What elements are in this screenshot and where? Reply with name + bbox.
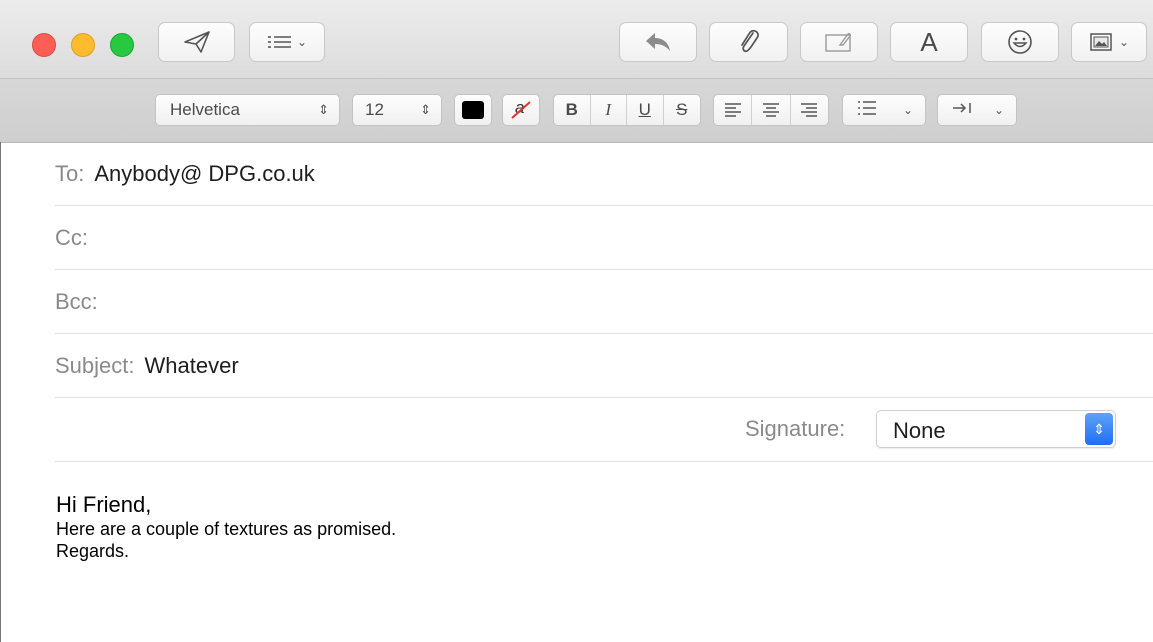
to-label: To: bbox=[55, 160, 85, 186]
format-bar: Helvetica ⇕ 12 ⇕ a B I U S ⌄ ⌄ bbox=[0, 79, 1153, 143]
strikethrough-button[interactable]: S bbox=[664, 95, 700, 125]
reply-button[interactable] bbox=[619, 22, 697, 62]
cc-label: Cc: bbox=[55, 224, 88, 250]
font-family-select[interactable]: Helvetica ⇕ bbox=[155, 94, 340, 126]
signature-select[interactable]: None ⇕ bbox=[876, 410, 1116, 448]
font-size-value: 12 bbox=[365, 100, 384, 119]
window-edge bbox=[0, 142, 1, 642]
to-field-row[interactable]: To: Anybody@ DPG.co.uk bbox=[55, 142, 1153, 206]
window-toolbar: ⌄ A ⌄ bbox=[0, 0, 1153, 79]
subject-field-row[interactable]: Subject: Whatever bbox=[55, 334, 1153, 398]
attach-button[interactable] bbox=[709, 22, 788, 62]
cc-field-row[interactable]: Cc: bbox=[55, 206, 1153, 270]
underline-button[interactable]: U bbox=[627, 95, 664, 125]
font-size-select[interactable]: 12 ⇕ bbox=[352, 94, 442, 126]
format-text-icon: A bbox=[920, 26, 938, 57]
font-family-value: Helvetica bbox=[170, 100, 240, 119]
background-color-button[interactable]: a bbox=[502, 94, 540, 126]
align-left-icon bbox=[724, 103, 741, 117]
message-line: Here are a couple of textures as promise… bbox=[56, 519, 397, 539]
send-button[interactable] bbox=[158, 22, 235, 62]
chevron-down-icon: ⌄ bbox=[993, 103, 1004, 117]
show-fonts-button[interactable]: A bbox=[890, 22, 968, 62]
smiley-icon bbox=[1006, 28, 1034, 56]
align-center-icon bbox=[762, 103, 779, 117]
message-body[interactable]: Hi Friend, Here are a couple of textures… bbox=[56, 492, 396, 562]
markup-button[interactable] bbox=[800, 22, 878, 62]
paperclip-icon bbox=[736, 27, 762, 57]
text-style-group: B I U S bbox=[553, 94, 701, 126]
indent-icon bbox=[952, 100, 974, 120]
align-right-button[interactable] bbox=[791, 95, 828, 125]
signature-label: Signature: bbox=[745, 416, 846, 441]
header-fields-menu-button[interactable]: ⌄ bbox=[249, 22, 325, 62]
indent-select[interactable]: ⌄ bbox=[937, 94, 1017, 126]
subject-label: Subject: bbox=[55, 352, 135, 378]
chevron-down-icon: ⌄ bbox=[1118, 35, 1130, 49]
align-left-button[interactable] bbox=[714, 95, 753, 125]
subject-field[interactable]: Whatever bbox=[145, 353, 239, 379]
align-right-icon bbox=[801, 103, 818, 117]
list-style-select[interactable]: ⌄ bbox=[842, 94, 926, 126]
no-background-color-icon: a bbox=[510, 98, 532, 120]
photo-icon bbox=[1089, 31, 1115, 53]
minimize-window-button[interactable] bbox=[71, 33, 95, 57]
text-color-swatch bbox=[462, 101, 484, 119]
bcc-label: Bcc: bbox=[55, 288, 98, 314]
close-window-button[interactable] bbox=[32, 33, 56, 57]
message-greeting: Hi Friend, bbox=[56, 492, 152, 517]
bold-button[interactable]: B bbox=[554, 95, 591, 125]
list-icon bbox=[267, 34, 293, 50]
message-line: Regards. bbox=[56, 541, 130, 561]
chevron-down-icon: ⌄ bbox=[902, 103, 913, 117]
send-icon bbox=[182, 29, 212, 55]
markup-icon bbox=[823, 30, 855, 54]
alignment-group bbox=[713, 94, 829, 126]
emoji-button[interactable] bbox=[981, 22, 1059, 62]
chevron-down-icon: ⌄ bbox=[296, 35, 308, 49]
updown-icon: ⇕ bbox=[1085, 413, 1113, 445]
zoom-window-button[interactable] bbox=[110, 33, 134, 57]
align-center-button[interactable] bbox=[752, 95, 791, 125]
text-color-button[interactable] bbox=[454, 94, 492, 126]
photo-browser-button[interactable]: ⌄ bbox=[1071, 22, 1147, 62]
reply-icon bbox=[643, 31, 673, 53]
bcc-field-row[interactable]: Bcc: bbox=[55, 270, 1153, 334]
italic-button[interactable]: I bbox=[591, 95, 627, 125]
to-field[interactable]: Anybody@ DPG.co.uk bbox=[94, 161, 314, 187]
updown-icon: ⇕ bbox=[420, 102, 431, 117]
updown-icon: ⇕ bbox=[318, 102, 329, 117]
bulleted-list-icon bbox=[857, 100, 877, 121]
signature-value: None bbox=[893, 418, 946, 443]
